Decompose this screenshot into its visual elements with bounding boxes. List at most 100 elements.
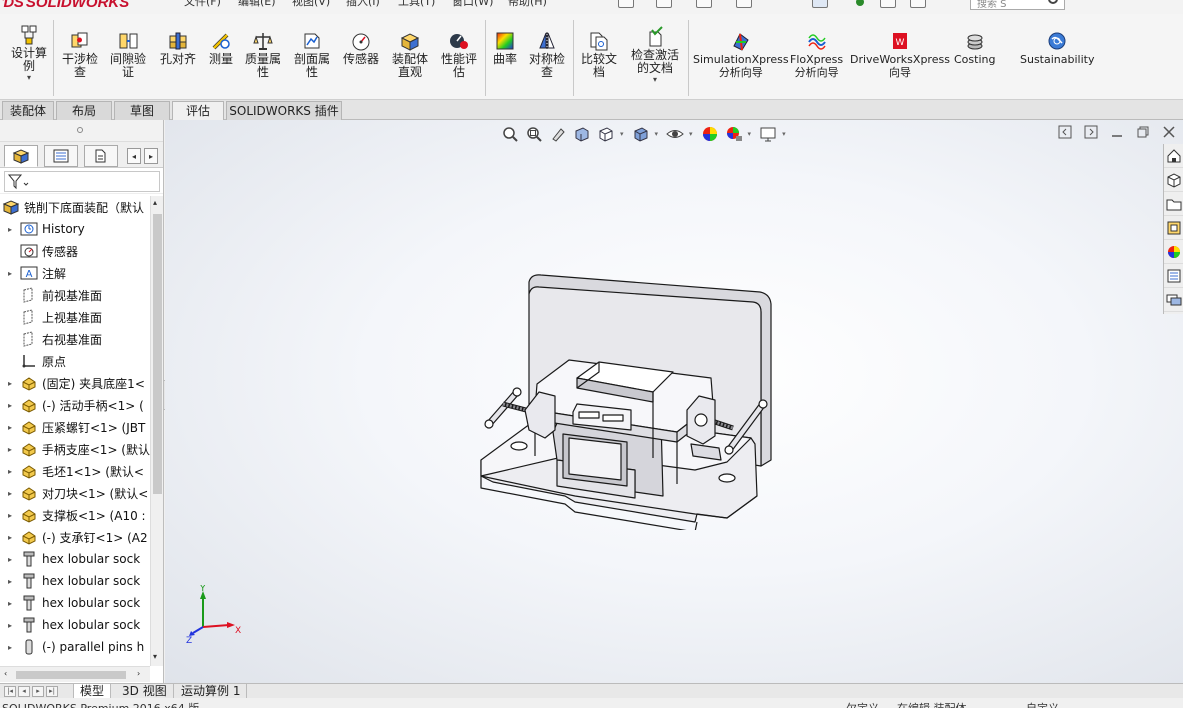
next-tab-icon[interactable]: ▸ <box>32 686 44 697</box>
status-units[interactable]: 自定义 <box>1026 700 1059 708</box>
tree-item[interactable]: 传感器 <box>0 240 150 262</box>
tree-vertical-scrollbar[interactable]: ▴ ▾ <box>150 196 163 666</box>
select-arrow-icon[interactable] <box>812 0 828 8</box>
tab-scroll-left-button[interactable]: ◂ <box>127 148 141 164</box>
chevron-down-icon[interactable]: ▾ <box>653 75 657 84</box>
file-properties-icon[interactable] <box>880 0 896 8</box>
design-study-button[interactable]: 设计算例 ▾ <box>8 24 50 82</box>
interference-check-button[interactable]: 干涉检查 <box>58 30 102 79</box>
tree-item[interactable]: ▸ 压紧螺钉<1> (JBT <box>0 416 150 438</box>
tree-item[interactable]: ▸ hex lobular sock <box>0 548 150 570</box>
minimize-icon[interactable] <box>1109 124 1125 140</box>
chevron-down-icon[interactable]: ▾ <box>620 130 624 138</box>
first-tab-icon[interactable]: |◂ <box>4 686 16 697</box>
dynamic-annotation-icon[interactable] <box>596 124 616 144</box>
expand-arrow-icon[interactable]: ▸ <box>4 423 16 432</box>
tree-item[interactable]: ▸ 手柄支座<1> (默认 <box>0 438 150 460</box>
tree-item[interactable]: ▸ History <box>0 218 150 240</box>
tree-item[interactable]: ▸ hex lobular sock <box>0 592 150 614</box>
tree-item[interactable]: ▸ (-) parallel pins h <box>0 636 150 658</box>
scroll-down-icon[interactable]: ▾ <box>153 652 157 661</box>
chevron-down-icon[interactable]: ▾ <box>655 130 659 138</box>
view-settings-icon[interactable] <box>758 124 778 144</box>
zoom-to-fit-icon[interactable] <box>500 124 520 144</box>
property-manager-tab[interactable] <box>44 145 78 167</box>
compare-documents-button[interactable]: 比较文档 <box>578 30 620 79</box>
tree-item[interactable]: 右视基准面 <box>0 328 150 350</box>
print-icon[interactable] <box>736 0 752 8</box>
file-explorer-tab[interactable] <box>1164 192 1183 216</box>
chevron-down-icon[interactable]: ▾ <box>748 130 752 138</box>
chevron-down-icon[interactable]: ▾ <box>782 130 786 138</box>
previous-view-icon[interactable] <box>548 124 568 144</box>
expand-arrow-icon[interactable]: ▸ <box>4 599 16 608</box>
edit-appearance-icon[interactable] <box>724 124 744 144</box>
display-style-icon[interactable] <box>665 124 685 144</box>
options-icon[interactable] <box>910 0 926 8</box>
custom-properties-tab[interactable] <box>1164 264 1183 288</box>
menu-window[interactable]: 窗口(W) <box>452 0 493 9</box>
last-tab-icon[interactable]: ▸| <box>46 686 58 697</box>
search-input[interactable]: 搜索 S <box>970 0 1065 10</box>
curvature-button[interactable]: 曲率 <box>490 30 520 66</box>
panel-collapse-handle[interactable] <box>0 120 163 142</box>
tile-right-icon[interactable] <box>1083 124 1099 140</box>
measure-button[interactable]: 测量 <box>206 30 236 66</box>
expand-arrow-icon[interactable]: ▸ <box>4 489 16 498</box>
expand-arrow-icon[interactable]: ▸ <box>4 269 16 278</box>
tree-item[interactable]: ▸ hex lobular sock <box>0 570 150 592</box>
scrollbar-thumb[interactable] <box>16 671 126 679</box>
tab-motion-study-1[interactable]: 运动算例 1 <box>175 684 248 699</box>
restore-icon[interactable] <box>1135 124 1151 140</box>
tree-item[interactable]: 前视基准面 <box>0 284 150 306</box>
tab-sketch[interactable]: 草图 <box>114 101 170 120</box>
symmetry-check-button[interactable]: 对称检查 <box>525 30 569 79</box>
tree-item[interactable]: ▸ 对刀块<1> (默认< <box>0 482 150 504</box>
hole-alignment-button[interactable]: 孔对齐 <box>157 30 199 66</box>
scroll-up-icon[interactable]: ▴ <box>153 198 157 207</box>
forum-tab[interactable] <box>1164 288 1183 312</box>
expand-arrow-icon[interactable]: ▸ <box>4 511 16 520</box>
zoom-to-area-icon[interactable] <box>524 124 544 144</box>
expand-arrow-icon[interactable]: ▸ <box>4 401 16 410</box>
tab-3d-views[interactable]: 3D 视图 <box>116 684 174 699</box>
tree-item[interactable]: ▸ (-) 活动手柄<1> ( <box>0 394 150 416</box>
scroll-left-icon[interactable]: ‹ <box>4 669 7 678</box>
tab-assembly[interactable]: 装配体 <box>2 101 54 120</box>
fixture-assembly-model[interactable] <box>465 260 785 530</box>
new-document-icon[interactable] <box>618 0 634 8</box>
prev-tab-icon[interactable]: ◂ <box>18 686 30 697</box>
mass-properties-button[interactable]: 质量属性 <box>241 30 285 79</box>
tile-left-icon[interactable] <box>1057 124 1073 140</box>
tree-item[interactable]: ▸ A 注解 <box>0 262 150 284</box>
save-icon[interactable] <box>696 0 712 8</box>
configuration-manager-tab[interactable] <box>84 145 118 167</box>
design-library-tab[interactable] <box>1164 168 1183 192</box>
check-active-document-button[interactable]: 检查激活的文档 ▾ <box>626 26 684 84</box>
expand-arrow-icon[interactable]: ▸ <box>4 467 16 476</box>
section-properties-button[interactable]: 剖面属性 <box>290 30 334 79</box>
tree-item[interactable]: 上视基准面 <box>0 306 150 328</box>
tree-item[interactable]: ▸ (固定) 夹具底座1< <box>0 372 150 394</box>
expand-arrow-icon[interactable]: ▸ <box>4 577 16 586</box>
tree-root-assembly[interactable]: 铣削下底面装配（默认 <box>0 196 150 218</box>
moving-handle-model[interactable] <box>484 387 556 439</box>
expand-arrow-icon[interactable]: ▸ <box>4 445 16 454</box>
tree-item[interactable]: ▸ 毛坯1<1> (默认< <box>0 460 150 482</box>
view-palette-tab[interactable] <box>1164 216 1183 240</box>
expand-arrow-icon[interactable]: ▸ <box>4 225 16 234</box>
tree-item[interactable]: ▸ 支撑板<1> (A10 : <box>0 504 150 526</box>
close-icon[interactable] <box>1161 124 1177 140</box>
menu-help[interactable]: 帮助(H) <box>508 0 547 9</box>
expand-arrow-icon[interactable]: ▸ <box>4 643 16 652</box>
floxpress-button[interactable]: FloXpress 分析向导 <box>790 30 843 79</box>
menu-insert[interactable]: 插入(I) <box>346 0 380 9</box>
tree-filter-input[interactable] <box>4 171 160 192</box>
menu-view[interactable]: 视图(V) <box>292 0 330 9</box>
chevron-down-icon[interactable]: ▾ <box>689 130 693 138</box>
open-document-icon[interactable] <box>656 0 672 8</box>
feature-manager-tab[interactable] <box>4 145 38 167</box>
section-view-icon[interactable] <box>572 124 592 144</box>
assembly-visualization-button[interactable]: 装配体直观 <box>388 30 432 79</box>
menu-file[interactable]: 文件(F) <box>184 0 221 9</box>
